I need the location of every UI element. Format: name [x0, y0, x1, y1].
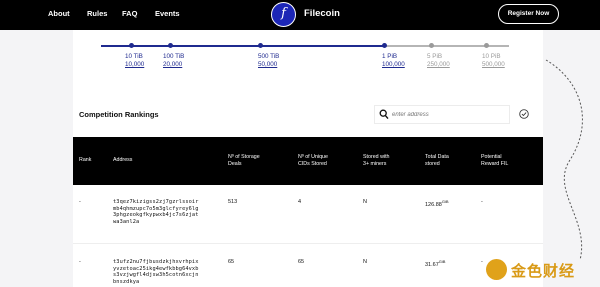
milestone-dot — [129, 43, 134, 48]
content-card: 10 TiB 10,000 100 TiB 20,000 500 TiB 50,000… — [73, 30, 543, 287]
cell-miners: N — [363, 259, 367, 265]
register-button[interactable]: Register Now — [498, 4, 559, 24]
milestone-label: 500 TiB 50,000 — [258, 53, 280, 68]
watermark-logo-icon — [486, 259, 507, 280]
cell-address[interactable]: t3ufz2nu7fjbusdzkjhxvrhpix yvzetoac25ikg… — [113, 259, 199, 285]
top-nav: About Rules FAQ Events f Filecoin Regist… — [0, 0, 600, 30]
cell-address[interactable]: t3qez7kizigss2zj7gzrlssoir mb4qhmzupc7o5… — [113, 199, 199, 225]
cell-reward: - — [481, 259, 483, 265]
rankings-title: Competition Rankings — [79, 110, 159, 119]
nav-link-rules[interactable]: Rules — [87, 9, 107, 18]
column-total-data: Total Data stored — [425, 154, 449, 167]
brand-name[interactable]: Filecoin — [304, 8, 340, 19]
search-input[interactable] — [392, 108, 507, 121]
watermark: 金色财经 — [486, 257, 600, 287]
milestone-dot — [382, 43, 387, 48]
milestone-label: 1 PiB 100,000 — [382, 53, 405, 68]
address-search[interactable] — [374, 105, 510, 124]
milestone-dot — [429, 43, 434, 48]
column-unique-cids: Nº of Unique CIDs Stored — [298, 154, 328, 167]
column-potential-reward: Potential Reward FIL — [481, 154, 509, 167]
check-circle-icon[interactable] — [519, 109, 529, 119]
cell-deals: 513 — [228, 199, 238, 205]
milestone-label: 100 TiB 20,000 — [163, 53, 185, 68]
search-icon — [379, 109, 389, 120]
cell-miners: N — [363, 199, 367, 205]
cell-rank: - — [79, 199, 81, 205]
cell-total: 31.67GiB — [425, 259, 446, 268]
milestone-dot — [258, 43, 263, 48]
track-remaining — [384, 45, 509, 47]
nav-link-faq[interactable]: FAQ — [122, 9, 137, 18]
filecoin-logo-icon[interactable]: f — [271, 2, 296, 27]
dashed-curve-decoration — [545, 59, 583, 261]
milestone-dot — [168, 43, 173, 48]
cell-deals: 65 — [228, 259, 235, 265]
column-rank: Rank — [79, 157, 92, 163]
cell-rank: - — [79, 259, 81, 265]
column-stored-miners: Stored with 3+ miners — [363, 154, 390, 167]
nav-link-events[interactable]: Events — [155, 9, 180, 18]
cell-total: 126.88GiB — [425, 199, 449, 208]
column-address: Address — [113, 157, 133, 163]
milestone-label: 10 TiB 10,000 — [125, 53, 145, 68]
cell-cids: 65 — [298, 259, 305, 265]
milestone-label: 10 PiB 500,000 — [482, 53, 505, 68]
milestone-dot — [484, 43, 489, 48]
row-divider — [73, 243, 543, 244]
nav-link-about[interactable]: About — [48, 9, 70, 18]
cell-reward: - — [481, 199, 483, 205]
cell-cids: 4 — [298, 199, 302, 205]
milestone-label: 5 PiB 250,000 — [427, 53, 450, 68]
table-header: Rank Address Nº of Storage Deals Nº of U… — [73, 137, 543, 185]
track-progress — [101, 45, 384, 47]
column-storage-deals: Nº of Storage Deals — [228, 154, 260, 167]
